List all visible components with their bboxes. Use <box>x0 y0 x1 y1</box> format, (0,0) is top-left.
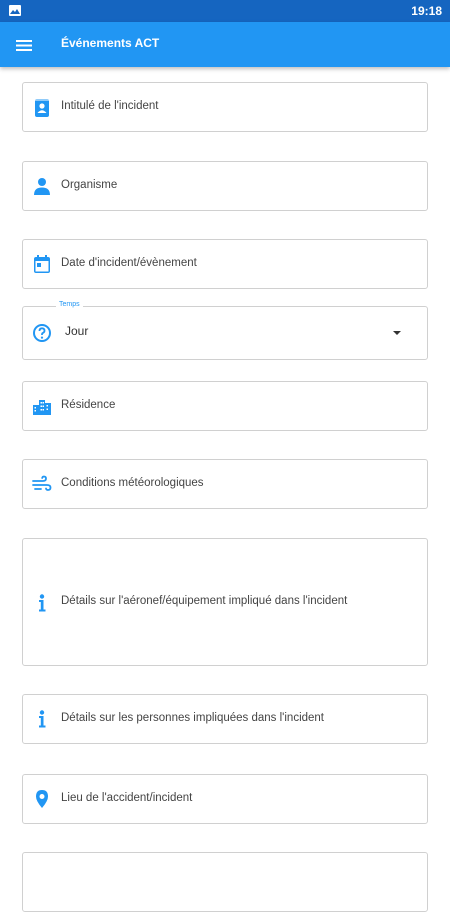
person-icon <box>32 176 52 196</box>
page-title: Événements ACT <box>61 36 160 50</box>
weather-time-legend: Temps <box>56 301 83 308</box>
app-bar: Événements ACT <box>0 22 450 67</box>
gallery-notification-icon <box>9 5 21 16</box>
status-bar: 19:18 <box>0 0 450 22</box>
location-field[interactable]: Lieu de l'accident/incident <box>22 774 428 824</box>
wind-icon <box>32 474 52 494</box>
contact-card-icon <box>32 98 52 118</box>
info-icon <box>32 593 52 613</box>
residence-field[interactable]: Résidence <box>22 381 428 431</box>
weather-conditions-field[interactable]: Conditions météorologiques <box>22 459 428 509</box>
persons-details-field[interactable]: Détails sur les personnes impliquées dan… <box>22 694 428 744</box>
incident-title-field[interactable]: Intitulé de l'incident <box>22 82 428 132</box>
organism-label: Organisme <box>61 179 118 191</box>
help-circle-icon <box>32 323 52 343</box>
incident-title-label: Intitulé de l'incident <box>61 100 159 112</box>
next-field[interactable] <box>22 852 428 912</box>
calendar-icon <box>32 254 52 274</box>
chevron-down-icon[interactable] <box>393 331 401 335</box>
persons-details-label: Détails sur les personnes impliquées dan… <box>61 712 325 724</box>
menu-icon[interactable] <box>14 35 34 55</box>
weather-time-value: Jour <box>65 324 89 338</box>
organism-field[interactable]: Organisme <box>22 161 428 211</box>
aircraft-details-label: Détails sur l'aéronef/équipement impliqu… <box>61 595 348 607</box>
aircraft-details-field[interactable]: Détails sur l'aéronef/équipement impliqu… <box>22 538 428 666</box>
weather-time-select[interactable]: Jour <box>22 306 428 360</box>
status-time: 19:18 <box>411 4 442 18</box>
info-icon <box>32 709 52 729</box>
date-label: Date d'incident/évènement <box>61 257 197 269</box>
residence-label: Résidence <box>61 399 116 411</box>
location-pin-icon <box>32 789 52 809</box>
city-icon <box>32 396 52 416</box>
date-field[interactable]: Date d'incident/évènement <box>22 239 428 289</box>
weather-conditions-label: Conditions météorologiques <box>61 477 204 489</box>
location-label: Lieu de l'accident/incident <box>61 792 193 804</box>
